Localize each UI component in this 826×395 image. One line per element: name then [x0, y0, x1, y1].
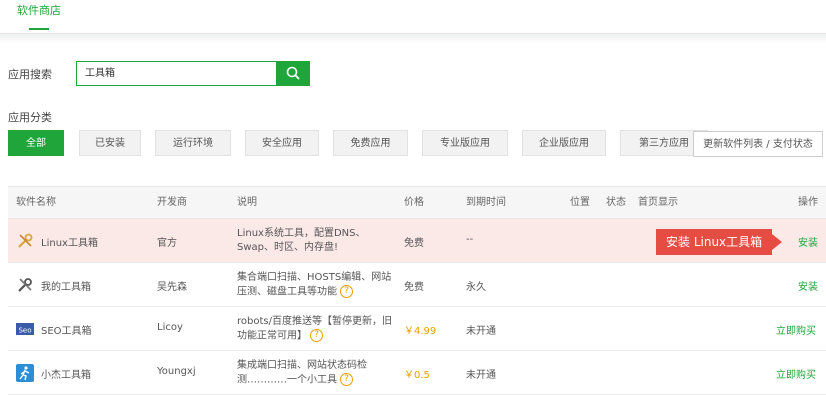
- col-status: 状态: [606, 197, 626, 208]
- top-tab-bar: 软件商店: [0, 0, 826, 34]
- category-enterprise[interactable]: 企业版应用: [522, 130, 606, 156]
- price: ￥4.99: [404, 326, 437, 337]
- col-name: 软件名称: [16, 197, 56, 208]
- category-security[interactable]: 安全应用: [245, 130, 319, 156]
- runner-icon: [16, 364, 34, 382]
- wrench-tools-icon: [18, 278, 32, 292]
- tab-software-store[interactable]: 软件商店: [8, 0, 70, 34]
- expire-time: 未开通: [466, 370, 496, 381]
- col-price: 价格: [404, 197, 424, 208]
- category-pro[interactable]: 专业版应用: [422, 130, 508, 156]
- search-label: 应用搜索: [8, 68, 52, 81]
- developer: Licoy: [157, 322, 183, 333]
- developer: Youngxj: [157, 366, 196, 377]
- category-free[interactable]: 免费应用: [333, 130, 408, 156]
- col-developer: 开发商: [157, 197, 187, 208]
- table-row: 小杰工具箱 Youngxj 集成端口扫描、网站状态码检测…………一个小工具? ￥…: [8, 351, 826, 395]
- help-icon[interactable]: ?: [310, 329, 323, 342]
- refresh-list-button[interactable]: 更新软件列表 / 支付状态: [693, 131, 823, 157]
- software-name: Linux工具箱: [41, 238, 98, 249]
- developer: 官方: [157, 238, 177, 249]
- col-home: 首页显示: [638, 197, 678, 208]
- linux-toolbox-icon: [18, 233, 33, 248]
- price: 免费: [404, 282, 424, 293]
- table-row: 我的工具箱 吴先森 集合端口扫描、HOSTS编辑、网站压测、磁盘工具等功能? 免…: [8, 263, 826, 307]
- col-desc: 说明: [237, 197, 257, 208]
- seo-icon: Seo: [16, 323, 34, 335]
- table-header: 软件名称 开发商 说明 价格 到期时间 位置 状态 首页显示 操作: [8, 187, 826, 219]
- description: 集成端口扫描、网站状态码检测…………一个小工具?: [237, 359, 397, 388]
- search-button[interactable]: [276, 61, 310, 86]
- search-icon: [286, 66, 300, 80]
- expire-time: 未开通: [466, 326, 496, 337]
- description: robots/百度推送等【暂停更新，旧功能正常可用】?: [237, 315, 397, 344]
- expire-time: 永久: [466, 282, 486, 293]
- developer: 吴先森: [157, 282, 187, 293]
- install-tooltip: 安装 Linux工具箱: [656, 229, 783, 255]
- expire-time: --: [466, 234, 474, 245]
- category-runtime[interactable]: 运行环境: [155, 130, 231, 156]
- col-op: 操作: [798, 197, 818, 208]
- price: ￥0.5: [404, 370, 430, 381]
- category-installed[interactable]: 已安装: [79, 130, 141, 156]
- search-input[interactable]: 工具箱: [76, 61, 276, 86]
- install-link[interactable]: 安装: [798, 278, 818, 293]
- description-text: 集合端口扫描、HOSTS编辑、网站压测、磁盘工具等功能: [237, 272, 392, 298]
- header-shadow: [0, 34, 826, 44]
- buy-now-link[interactable]: 立即购买: [776, 322, 816, 337]
- col-position: 位置: [570, 197, 590, 208]
- description: 集合端口扫描、HOSTS编辑、网站压测、磁盘工具等功能?: [237, 271, 397, 300]
- software-table: 软件名称 开发商 说明 价格 到期时间 位置 状态 首页显示 操作 Linux工…: [8, 186, 826, 395]
- category-all[interactable]: 全部: [8, 130, 64, 156]
- software-name: 小杰工具箱: [41, 370, 91, 381]
- description: Linux系统工具，配置DNS、Swap、时区、内存盘!: [237, 228, 366, 253]
- install-link[interactable]: 安装: [798, 234, 818, 249]
- col-expire: 到期时间: [466, 197, 506, 208]
- software-name: SEO工具箱: [41, 326, 92, 337]
- category-label: 应用分类: [8, 111, 52, 124]
- help-icon[interactable]: ?: [340, 285, 353, 298]
- table-row: Seo SEO工具箱 Licoy robots/百度推送等【暂停更新，旧功能正常…: [8, 307, 826, 351]
- help-icon[interactable]: ?: [340, 373, 353, 386]
- table-row: Linux工具箱 官方 Linux系统工具，配置DNS、Swap、时区、内存盘!…: [8, 219, 826, 263]
- software-name: 我的工具箱: [41, 282, 91, 293]
- price: 免费: [404, 238, 424, 249]
- buy-now-link[interactable]: 立即购买: [776, 366, 816, 381]
- svg-text:Seo: Seo: [18, 327, 31, 335]
